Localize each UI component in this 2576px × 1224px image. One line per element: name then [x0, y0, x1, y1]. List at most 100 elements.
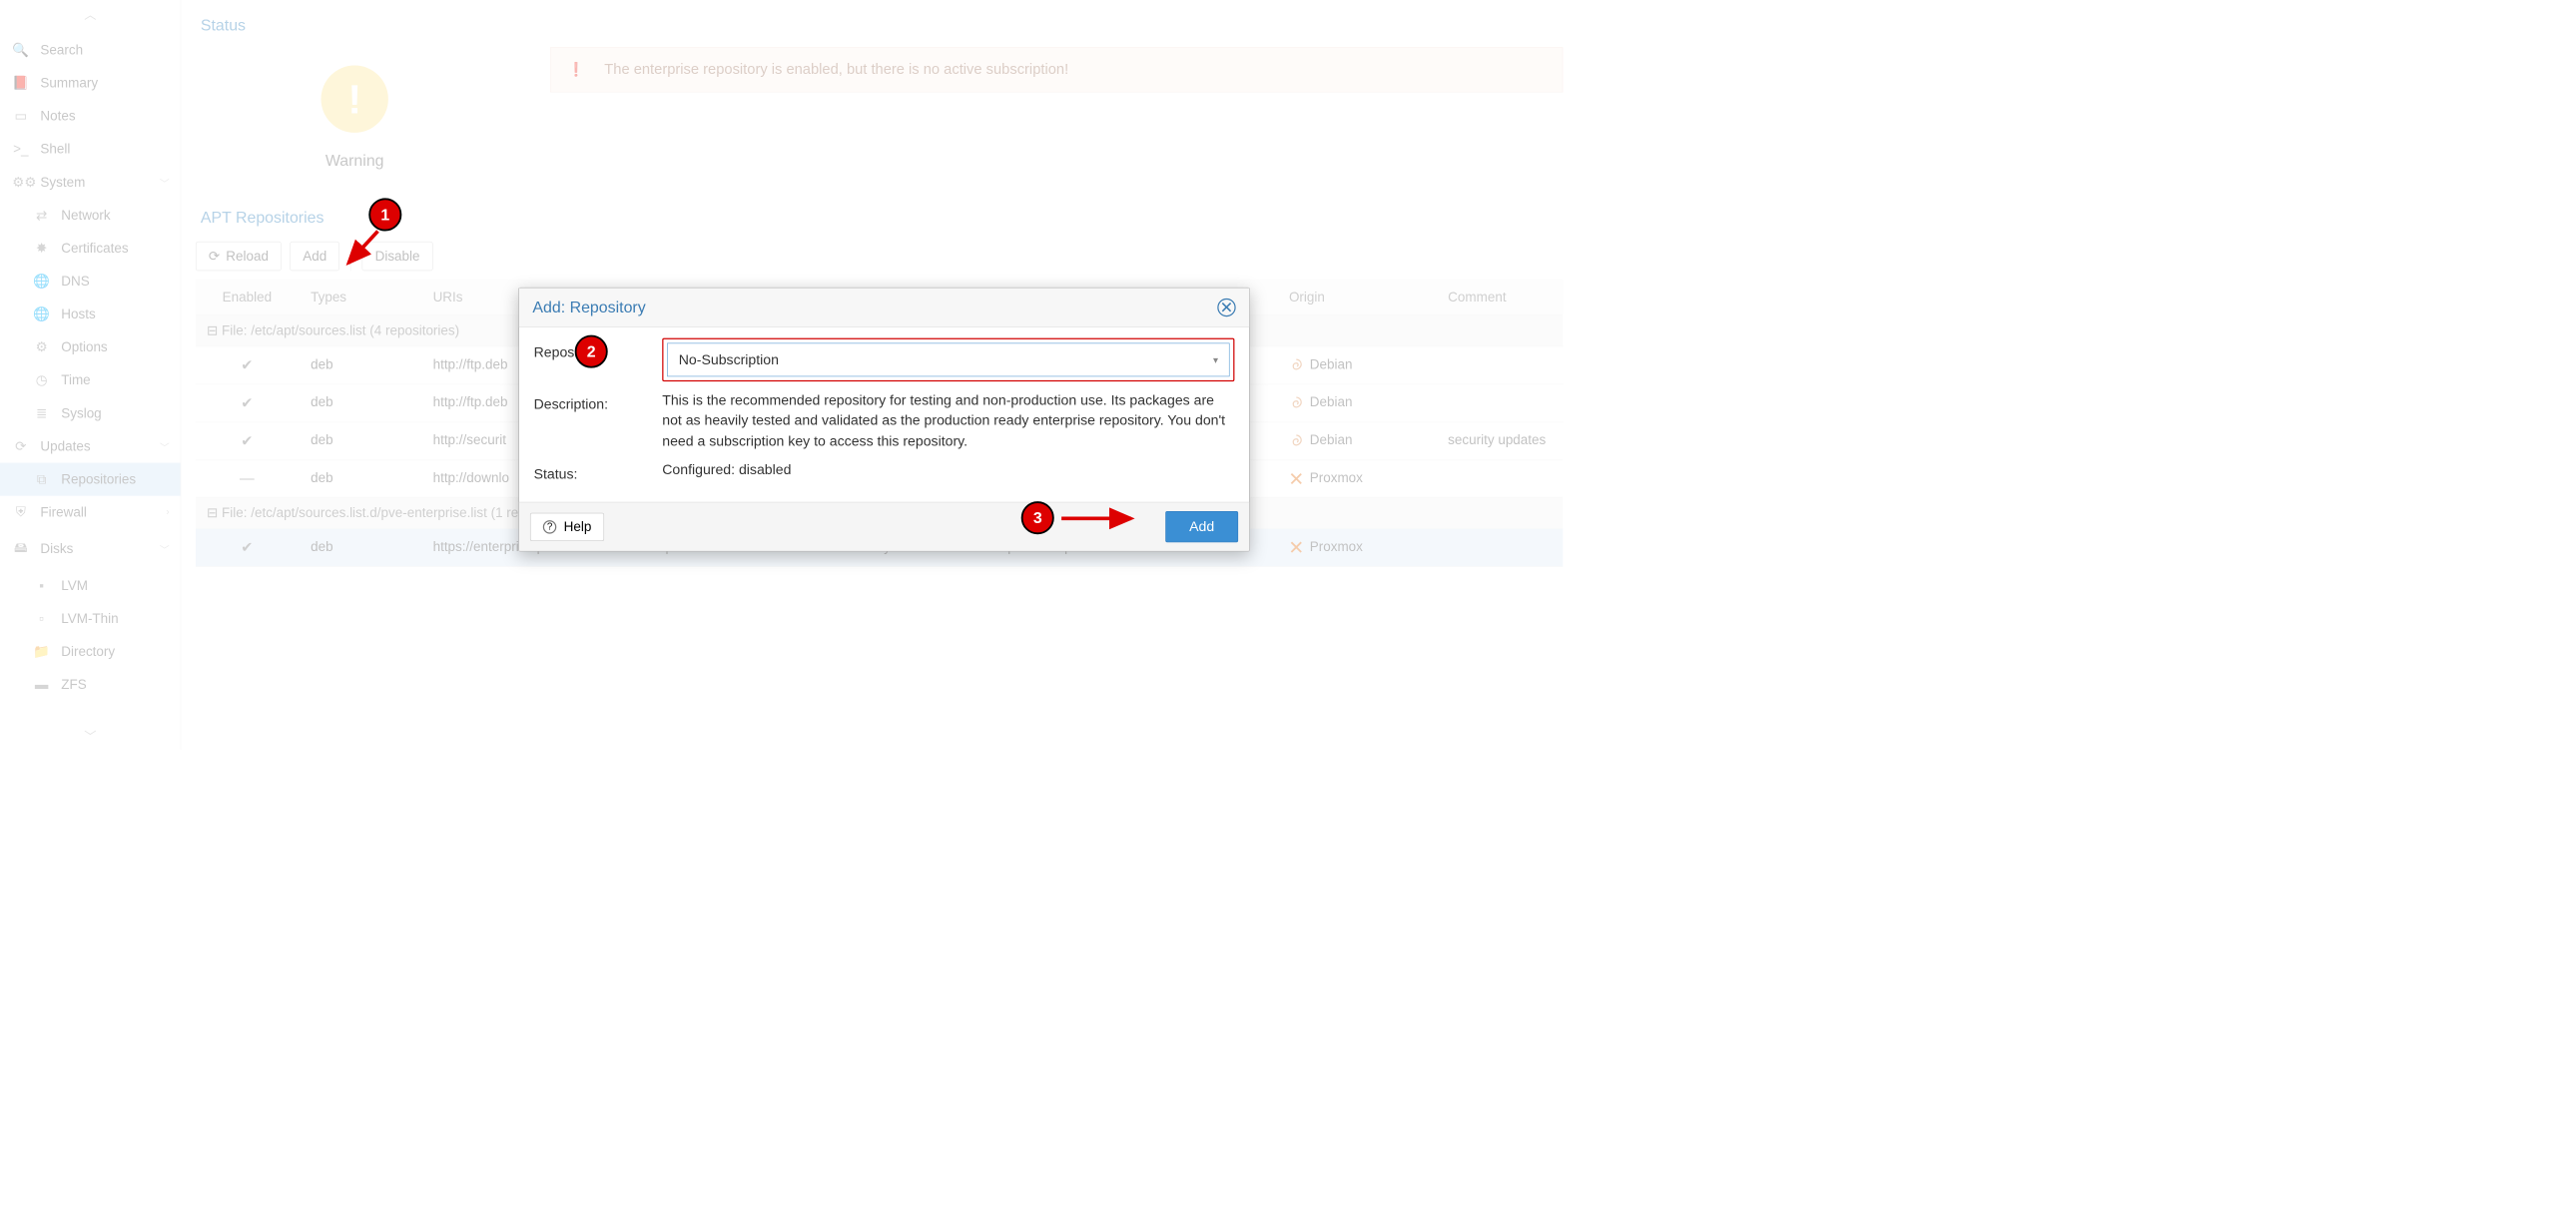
description-label: Description:: [534, 390, 663, 451]
col-origin[interactable]: Origin: [1277, 280, 1436, 315]
gear-icon: ⚙: [33, 339, 50, 355]
sidebar-collapse-up[interactable]: ︿: [0, 0, 181, 28]
debian-logo-icon: [1289, 357, 1304, 372]
sidebar-item-label: Updates: [40, 438, 90, 454]
status-warning-card: ! Warning: [196, 47, 513, 170]
help-button[interactable]: ?Help: [530, 513, 604, 541]
refresh-icon: ⟳: [12, 438, 29, 454]
repository-select[interactable]: No-Subscription ▾: [667, 343, 1229, 377]
layers-icon: ▬: [33, 677, 50, 693]
sidebar-item-label: Directory: [61, 644, 115, 660]
sidebar-item-options[interactable]: ⚙Options: [0, 330, 181, 363]
terminal-icon: >_: [12, 141, 29, 157]
chevron-down-icon: ﹀: [160, 175, 170, 190]
proxmox-logo-icon: [1289, 540, 1304, 555]
cert-icon: ✸: [33, 241, 50, 257]
annotation-2: 2: [575, 335, 608, 368]
chevron-down-icon: ﹀: [160, 542, 170, 557]
sidebar-item-label: Shell: [40, 141, 70, 157]
sidebar-item-time[interactable]: ◷ Time: [0, 363, 181, 396]
sidebar-item-system[interactable]: ⚙⚙ System: [0, 166, 160, 199]
sidebar: ︿ 🔍Search📕Summary ▭ Notes >_ Shell ⚙⚙ System ﹀ ⇄…: [0, 0, 181, 750]
sidebar-item-directory[interactable]: 📁Directory: [0, 635, 181, 668]
sidebar-item-label: LVM-Thin: [61, 611, 118, 627]
sidebar-item-label: Notes: [40, 108, 75, 124]
check-icon: ✔: [241, 395, 253, 412]
sidebar-item-label: Certificates: [61, 241, 128, 257]
copy-icon: ⧉: [33, 471, 50, 487]
swap-icon: ⇄: [33, 208, 50, 224]
sidebar-item-notes[interactable]: ▭ Notes: [0, 100, 181, 133]
annotation-3: 3: [1021, 501, 1054, 534]
alert-text: The enterprise repository is enabled, bu…: [604, 61, 1068, 78]
add-button[interactable]: Add: [290, 242, 339, 271]
sidebar-item-repositories[interactable]: ⧉ Repositories: [0, 463, 181, 496]
sidebar-item-label: DNS: [61, 274, 89, 290]
sidebar-item-label: Time: [61, 372, 90, 388]
sidebar-item-label: System: [40, 175, 85, 191]
dialog-header: Add: Repository ✕: [519, 288, 1249, 326]
sidebar-item-summary[interactable]: 📕Summary: [0, 67, 181, 100]
sidebar-item-certificates[interactable]: ✸ Certificates: [0, 232, 181, 265]
warning-icon: !: [322, 66, 388, 133]
sidebar-collapse-down[interactable]: ﹀: [0, 722, 181, 750]
globe-icon: 🌐: [33, 274, 50, 290]
sidebar-item-label: Summary: [40, 75, 98, 91]
sidebar-item-label: Hosts: [61, 306, 95, 322]
apt-repositories-title: APT Repositories: [201, 208, 1559, 227]
note-icon: ▭: [12, 108, 29, 124]
dialog-title: Add: Repository: [532, 298, 645, 316]
description-text: This is the recommended repository for t…: [662, 390, 1234, 451]
debian-logo-icon: [1289, 395, 1304, 410]
warning-label: Warning: [196, 151, 513, 170]
dbthin-icon: ▫: [33, 611, 50, 627]
sidebar-item-syslog[interactable]: ≣Syslog: [0, 396, 181, 429]
sidebar-item-shell[interactable]: >_ Shell: [0, 133, 181, 166]
col-types[interactable]: Types: [299, 280, 420, 315]
shield-icon: ⛨: [12, 504, 29, 520]
dash-icon: —: [240, 470, 255, 487]
check-icon: ✔: [241, 357, 253, 374]
status-title: Status: [201, 16, 1559, 35]
repository-select-value: No-Subscription: [679, 351, 779, 368]
clock-icon: ◷: [33, 372, 50, 388]
search-icon: 🔍: [12, 42, 29, 58]
reload-button[interactable]: ⟳Reload: [196, 242, 282, 271]
sidebar-item-hosts[interactable]: 🌐Hosts: [0, 298, 181, 330]
db-icon: ▪: [33, 578, 50, 594]
sidebar-item-lvm-thin[interactable]: ▫ LVM-Thin: [0, 602, 181, 635]
sidebar-item-updates[interactable]: ⟳ Updates: [0, 430, 160, 463]
sidebar-item-label: ZFS: [61, 677, 86, 693]
sidebar-item-disks[interactable]: 🖴 Disks: [0, 529, 160, 569]
help-icon: ?: [543, 520, 556, 533]
sidebar-item-label: LVM: [61, 578, 88, 594]
dialog-add-button[interactable]: Add: [1165, 511, 1238, 542]
sidebar-item-label: Firewall: [40, 504, 86, 520]
check-icon: ✔: [241, 433, 253, 450]
sidebar-item-network[interactable]: ⇄ Network: [0, 199, 181, 232]
chevron-right-icon: ›: [166, 507, 169, 518]
status-label: Status:: [534, 460, 663, 483]
alert-icon: ❗: [568, 62, 585, 78]
debian-logo-icon: [1289, 433, 1304, 448]
proxmox-logo-icon: [1289, 471, 1304, 486]
list-icon: ≣: [33, 405, 50, 421]
apt-toolbar: ⟳Reload Add Disable: [196, 238, 1563, 280]
sidebar-item-dns[interactable]: 🌐 DNS: [0, 265, 181, 298]
sidebar-item-label: Network: [61, 208, 110, 224]
col-enabled[interactable]: Enabled: [196, 280, 299, 315]
close-icon[interactable]: ✕: [1217, 299, 1235, 316]
annotation-1-arrow: [337, 225, 386, 274]
check-icon: ✔: [241, 539, 253, 556]
sidebar-item-search[interactable]: 🔍Search: [0, 34, 181, 67]
col-comment[interactable]: Comment: [1436, 280, 1563, 315]
sidebar-item-label: Repositories: [61, 471, 136, 487]
disk-icon: 🖴: [12, 537, 29, 560]
sidebar-item-lvm[interactable]: ▪ LVM: [0, 569, 181, 602]
annotation-3-arrow: [1057, 507, 1143, 531]
sidebar-item-firewall[interactable]: ⛨ Firewall: [0, 496, 166, 529]
subscription-alert: ❗ The enterprise repository is enabled, …: [550, 47, 1563, 92]
gears-icon: ⚙⚙: [12, 175, 29, 191]
sidebar-item-zfs[interactable]: ▬ ZFS: [0, 668, 181, 701]
sidebar-item-label: Disks: [40, 541, 73, 557]
